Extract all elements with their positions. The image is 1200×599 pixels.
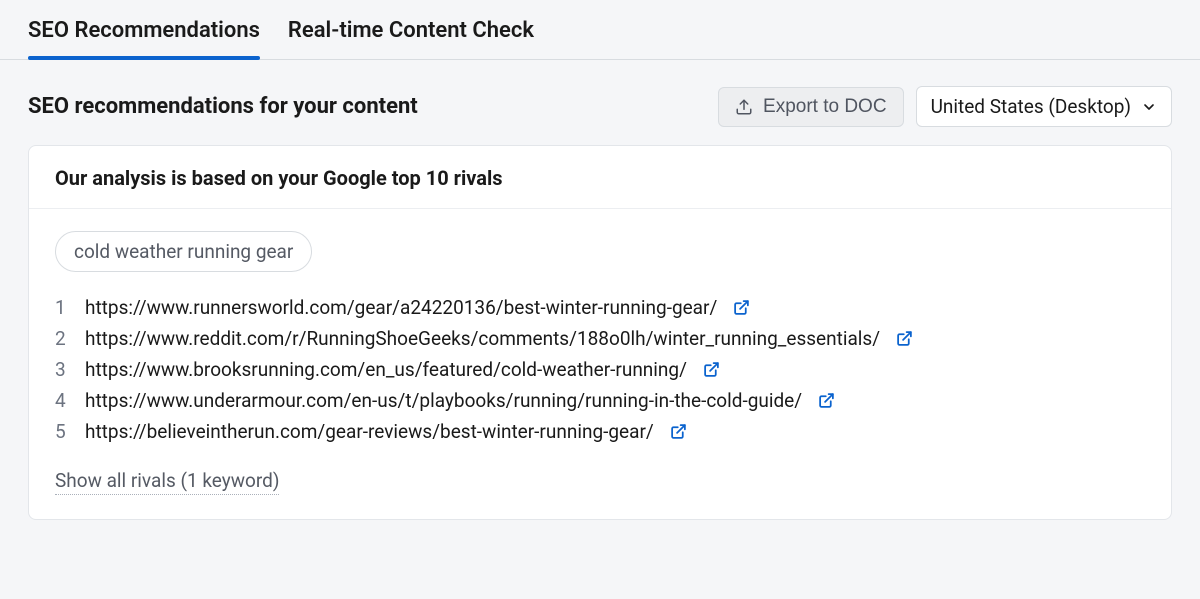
rival-url[interactable]: https://www.underarmour.com/en-us/t/play… (85, 389, 802, 412)
card-title: Our analysis is based on your Google top… (55, 166, 1145, 190)
rival-url[interactable]: https://www.reddit.com/r/RunningShoeGeek… (85, 327, 880, 350)
external-link-icon[interactable] (703, 361, 720, 378)
rivals-card: Our analysis is based on your Google top… (28, 145, 1172, 520)
rival-url[interactable]: https://www.runnersworld.com/gear/a24220… (85, 296, 717, 319)
page-title: SEO recommendations for your content (28, 94, 418, 119)
keyword-pill[interactable]: cold weather running gear (55, 231, 312, 272)
rival-index: 1 (55, 296, 69, 319)
external-link-icon[interactable] (818, 392, 835, 409)
export-to-doc-button[interactable]: Export to DOC (718, 87, 904, 127)
rival-item: 2 https://www.reddit.com/r/RunningShoeGe… (55, 323, 1145, 354)
rival-item: 5 https://believeintherun.com/gear-revie… (55, 416, 1145, 447)
card-header: Our analysis is based on your Google top… (29, 146, 1171, 209)
page-header: SEO recommendations for your content Exp… (0, 60, 1200, 145)
rival-index: 2 (55, 327, 69, 350)
header-actions: Export to DOC United States (Desktop) (718, 86, 1172, 127)
upload-icon (735, 98, 753, 116)
tabs-nav: SEO Recommendations Real-time Content Ch… (0, 0, 1200, 60)
rival-index: 3 (55, 358, 69, 381)
rival-index: 5 (55, 420, 69, 443)
region-selected-label: United States (Desktop) (931, 95, 1131, 118)
chevron-down-icon (1141, 99, 1157, 115)
export-button-label: Export to DOC (763, 96, 887, 118)
external-link-icon[interactable] (733, 299, 750, 316)
rival-url[interactable]: https://www.brooksrunning.com/en_us/feat… (85, 358, 687, 381)
card-body: cold weather running gear 1 https://www.… (29, 209, 1171, 519)
external-link-icon[interactable] (896, 330, 913, 347)
show-all-rivals-link[interactable]: Show all rivals (1 keyword) (55, 469, 279, 495)
external-link-icon[interactable] (670, 423, 687, 440)
rival-url[interactable]: https://believeintherun.com/gear-reviews… (85, 420, 654, 443)
rival-list: 1 https://www.runnersworld.com/gear/a242… (55, 292, 1145, 447)
rival-item: 1 https://www.runnersworld.com/gear/a242… (55, 292, 1145, 323)
rival-item: 3 https://www.brooksrunning.com/en_us/fe… (55, 354, 1145, 385)
rival-index: 4 (55, 389, 69, 412)
tab-realtime-content-check[interactable]: Real-time Content Check (288, 18, 534, 59)
region-dropdown[interactable]: United States (Desktop) (916, 86, 1172, 127)
tab-seo-recommendations[interactable]: SEO Recommendations (28, 18, 260, 59)
rival-item: 4 https://www.underarmour.com/en-us/t/pl… (55, 385, 1145, 416)
